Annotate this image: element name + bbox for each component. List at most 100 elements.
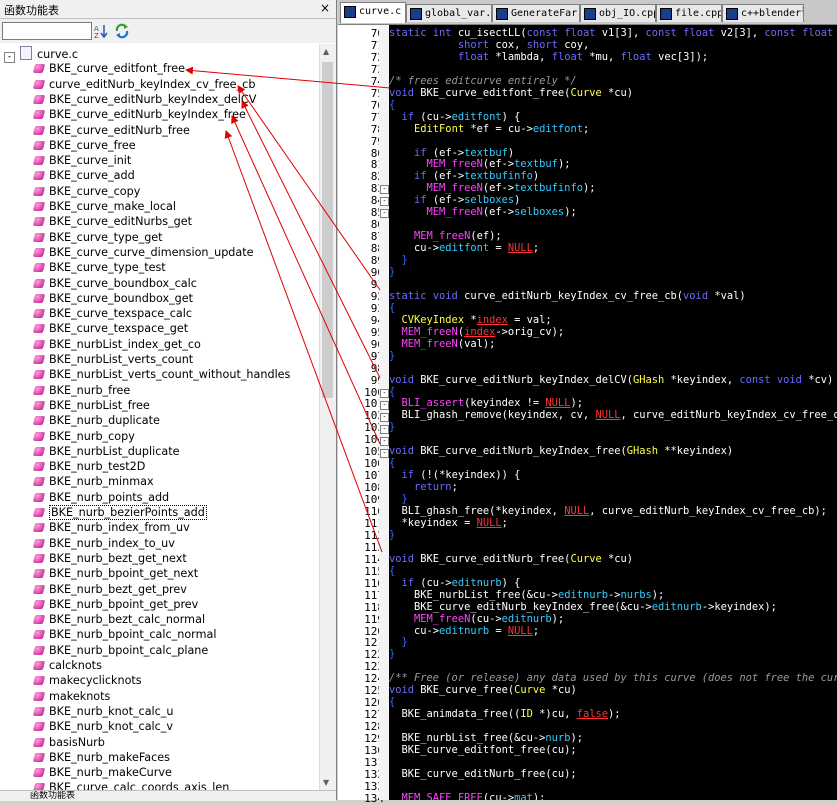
function-list-item[interactable]: BKE_nurb_free xyxy=(32,383,130,398)
bottom-tab-label[interactable]: 函数功能表 xyxy=(30,791,75,801)
function-list-item[interactable]: BKE_curve_editNurb_free xyxy=(32,123,190,138)
tree-root-file[interactable]: - curve.c xyxy=(4,46,78,63)
code-line: BKE_nurbList_free(&cu->nurb); xyxy=(389,732,583,744)
function-icon xyxy=(32,232,46,242)
code-token: editnurb xyxy=(501,612,552,625)
function-list-item[interactable]: BKE_nurb_minmax xyxy=(32,474,154,489)
editor-tab[interactable]: GenerateFar.cpp xyxy=(492,4,580,22)
function-list-item[interactable]: BKE_nurb_test2D xyxy=(32,459,145,474)
code-line: MEM_freeN(ef); xyxy=(389,230,502,242)
code-token: Curve xyxy=(570,552,608,565)
code-token: ; xyxy=(451,481,458,494)
function-list-item[interactable]: BKE_nurb_points_add xyxy=(32,490,169,505)
function-list-item[interactable]: BKE_nurb_bezierPoints_add xyxy=(32,505,207,520)
function-list-item[interactable]: BKE_nurb_bpoint_get_prev xyxy=(32,597,198,612)
tree-scrollbar[interactable]: ▲ ▼ xyxy=(319,44,336,790)
code-token: BKE_curve_free xyxy=(420,684,508,697)
function-list-item[interactable]: BKE_nurb_bpoint_calc_normal xyxy=(32,627,216,642)
function-list-item[interactable]: BKE_nurb_makeCurve xyxy=(32,765,172,780)
function-list-item[interactable]: BKE_nurb_index_to_uv xyxy=(32,536,175,551)
function-list-item[interactable]: BKE_nurb_bezt_get_next xyxy=(32,551,187,566)
code-token: MEM_SAFE_FREE xyxy=(401,791,483,800)
function-list-item[interactable]: BKE_curve_boundbox_calc xyxy=(32,276,197,291)
function-list-item[interactable]: BKE_nurbList_index_get_co xyxy=(32,337,201,352)
function-list-item[interactable]: BKE_nurb_bpoint_calc_plane xyxy=(32,643,208,658)
function-list-item[interactable]: makeknots xyxy=(32,689,110,704)
code-token: { xyxy=(389,564,396,577)
editor-tab[interactable]: curve.c xyxy=(340,2,406,23)
function-list-item[interactable]: curve_editNurb_keyIndex_cv_free_cb xyxy=(32,77,255,92)
function-list-item[interactable]: BKE_curve_calc_coords_axis_len xyxy=(32,780,229,790)
code-line: { xyxy=(389,386,395,398)
function-list-item[interactable]: BKE_curve_editNurbs_get xyxy=(32,214,192,229)
function-list-item[interactable]: calcknots xyxy=(32,658,102,673)
function-list-item[interactable]: BKE_nurb_duplicate xyxy=(32,413,160,428)
fold-toggle-icon[interactable]: - xyxy=(380,389,389,398)
function-list-item[interactable]: BKE_curve_curve_dimension_update xyxy=(32,245,254,260)
code-token: { xyxy=(389,696,396,709)
code-area[interactable]: static int cu_isectLL(const float v1[3],… xyxy=(389,25,837,800)
function-list-item[interactable]: BKE_curve_type_test xyxy=(32,260,166,275)
function-list-item[interactable]: BKE_nurb_bezt_calc_normal xyxy=(32,612,205,627)
function-list-item[interactable]: BKE_nurb_copy xyxy=(32,429,135,444)
fold-toggle-icon[interactable]: - xyxy=(380,449,389,458)
function-list-item[interactable]: BKE_nurb_knot_calc_v xyxy=(32,719,173,734)
function-list-item[interactable]: BKE_nurb_makeFaces xyxy=(32,750,170,765)
fold-toggle-icon[interactable]: - xyxy=(380,209,389,218)
function-list-item[interactable]: BKE_curve_editNurb_keyIndex_delCV xyxy=(32,92,256,107)
scroll-down-icon[interactable]: ▼ xyxy=(323,778,329,787)
function-list-item[interactable]: BKE_nurb_bpoint_get_next xyxy=(32,566,198,581)
function-icon xyxy=(32,538,46,548)
code-token: (ef); xyxy=(470,230,502,243)
function-icon xyxy=(32,661,46,670)
code-token: const float xyxy=(526,27,602,39)
fold-toggle-icon[interactable]: - xyxy=(380,425,389,434)
function-list-item[interactable]: BKE_nurb_bezt_get_prev xyxy=(32,582,187,597)
function-list-item[interactable]: BKE_nurb_index_from_uv xyxy=(32,520,190,535)
function-list-item[interactable]: BKE_curve_init xyxy=(32,153,131,168)
function-list-item[interactable]: BKE_curve_make_local xyxy=(32,199,176,214)
code-token: *cv) xyxy=(808,373,834,386)
function-list-item[interactable]: BKE_nurbList_verts_count xyxy=(32,352,193,367)
code-token: textbuf xyxy=(514,158,558,171)
refresh-icon[interactable] xyxy=(113,22,131,40)
editor-tab[interactable]: global_var.py xyxy=(406,4,492,22)
scroll-up-icon[interactable]: ▲ xyxy=(323,47,329,56)
panel-bottom-tab[interactable]: 函数功能表 xyxy=(0,790,336,801)
function-list-item[interactable]: BKE_nurbList_free xyxy=(32,398,150,413)
fold-toggle-icon[interactable]: - xyxy=(380,413,389,422)
function-list-item[interactable]: BKE_curve_free xyxy=(32,138,136,153)
function-list-item[interactable]: makecyclicknots xyxy=(32,673,142,688)
function-list-item[interactable]: BKE_curve_texspace_get xyxy=(32,321,188,336)
function-name: BKE_nurb_duplicate xyxy=(49,414,160,428)
sort-az-icon[interactable]: AZ xyxy=(92,22,110,40)
function-list-item[interactable]: BKE_curve_boundbox_get xyxy=(32,291,193,306)
fold-toggle-icon[interactable]: - xyxy=(380,437,389,446)
code-token: } xyxy=(389,648,396,661)
fold-toggle-icon[interactable]: - xyxy=(380,197,389,206)
function-list-item[interactable]: BKE_curve_texspace_calc xyxy=(32,306,192,321)
code-line: static void curve_editNurb_keyIndex_cv_f… xyxy=(389,290,746,302)
collapse-icon[interactable]: - xyxy=(4,52,15,63)
function-list-item[interactable]: BKE_nurb_knot_calc_u xyxy=(32,704,174,719)
code-token: (cu-> xyxy=(420,110,452,123)
fold-toggle-icon[interactable]: - xyxy=(380,185,389,194)
function-list-item[interactable]: BKE_nurbList_duplicate xyxy=(32,444,180,459)
function-list-item[interactable]: basisNurb xyxy=(32,735,105,750)
function-list-item[interactable]: BKE_nurbList_verts_count_without_handles xyxy=(32,367,290,382)
fold-toggle-icon[interactable]: - xyxy=(380,401,389,410)
function-list-item[interactable]: BKE_curve_editNurb_keyIndex_free xyxy=(32,107,246,122)
function-list-item[interactable]: BKE_curve_copy xyxy=(32,184,140,199)
function-list-item[interactable]: BKE_curve_add xyxy=(32,168,135,183)
editor-tab[interactable]: c++blender语法 xyxy=(722,4,804,22)
function-list-item[interactable]: BKE_curve_type_get xyxy=(32,230,163,245)
function-search-input[interactable] xyxy=(2,22,92,40)
function-list-item[interactable]: BKE_curve_editfont_free xyxy=(32,61,185,76)
editor-tab[interactable]: file.cpp xyxy=(656,4,722,22)
scrollbar-thumb[interactable] xyxy=(322,62,333,398)
editor-tab[interactable]: obj_IO.cpp xyxy=(580,4,656,22)
code-token: *keyindex = xyxy=(389,516,477,529)
close-icon[interactable]: × xyxy=(320,1,330,15)
code-token: v1[3], xyxy=(601,27,646,39)
